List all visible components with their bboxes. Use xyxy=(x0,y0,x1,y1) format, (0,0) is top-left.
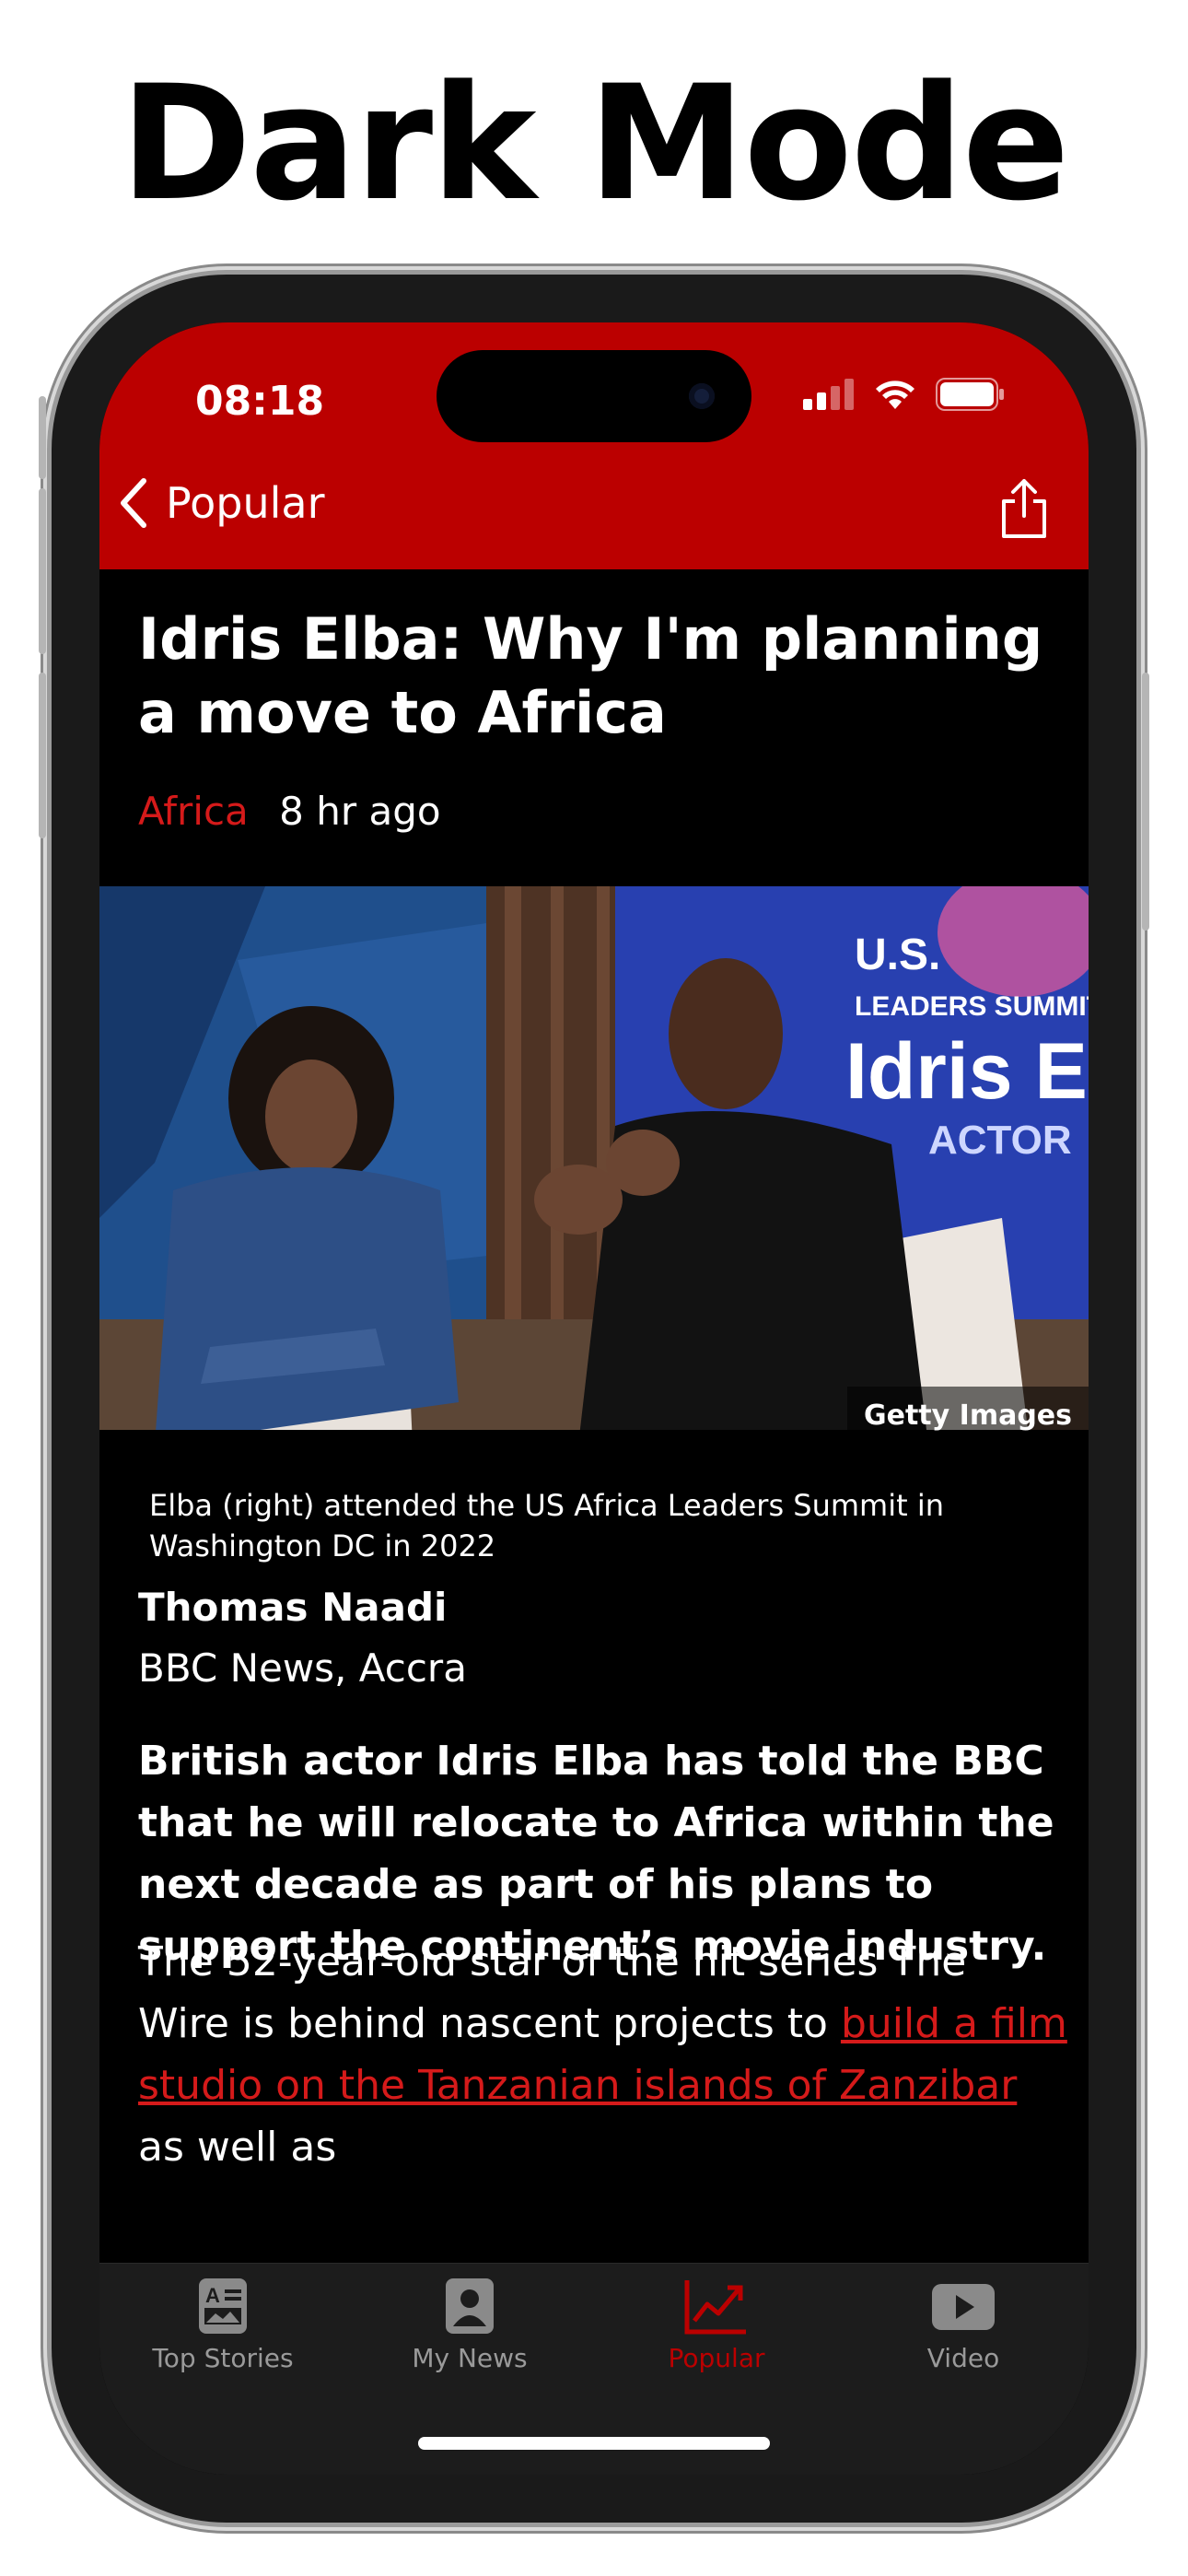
back-label: Popular xyxy=(166,478,325,528)
volume-down-button xyxy=(39,673,46,838)
hero-photo: U.S. LEADERS SUMMIT Idris Elba ACTOR xyxy=(99,886,1089,1445)
tab-video[interactable]: Video xyxy=(840,2277,1087,2373)
author-name: Thomas Naadi xyxy=(138,1585,448,1630)
tab-bar: A Top Stories My News Popular Video xyxy=(99,2263,1089,2475)
article-paragraph: The 52-year-old star of the hit series T… xyxy=(138,1931,1068,2178)
svg-text:U.S.: U.S. xyxy=(855,931,940,979)
screen: 08:18 Popular Idris Elba: Why I'm planni… xyxy=(99,322,1089,2475)
svg-text:A: A xyxy=(205,2284,220,2307)
status-icons xyxy=(803,378,1006,411)
dynamic-island xyxy=(437,350,751,442)
tab-top-stories[interactable]: A Top Stories xyxy=(99,2277,346,2373)
phone-frame: 08:18 Popular Idris Elba: Why I'm planni… xyxy=(39,275,1149,2523)
timestamp: 8 hr ago xyxy=(279,789,441,834)
svg-text:Idris Elba: Idris Elba xyxy=(845,1027,1089,1116)
chevron-left-icon xyxy=(121,478,146,528)
action-button xyxy=(39,396,46,479)
trending-icon xyxy=(684,2280,746,2335)
tab-label: Video xyxy=(926,2343,1000,2373)
status-time: 08:18 xyxy=(195,378,325,425)
author-department: BBC News, Accra xyxy=(138,1645,467,1691)
tab-popular[interactable]: Popular xyxy=(593,2277,840,2373)
share-button[interactable] xyxy=(996,477,1052,544)
tab-label: Popular xyxy=(668,2343,765,2373)
page-heading: Dark Mode xyxy=(120,51,1069,236)
volume-up-button xyxy=(39,488,46,654)
svg-text:ACTOR: ACTOR xyxy=(928,1118,1072,1163)
camera-icon xyxy=(689,383,715,409)
play-icon xyxy=(932,2284,995,2330)
paragraph-text-end: as well as xyxy=(138,2124,337,2171)
article-meta: Africa 8 hr ago xyxy=(138,789,441,834)
news-icon: A xyxy=(199,2278,247,2334)
tab-label: My News xyxy=(412,2343,528,2373)
battery-icon xyxy=(936,378,1004,411)
category-link[interactable]: Africa xyxy=(138,789,249,834)
power-button xyxy=(1142,673,1149,931)
wifi-icon xyxy=(876,381,914,409)
share-icon xyxy=(1002,479,1046,538)
tab-my-news[interactable]: My News xyxy=(346,2277,593,2373)
image-caption: Elba (right) attended the US Africa Lead… xyxy=(149,1488,944,1563)
signal-icon xyxy=(803,379,854,410)
person-icon xyxy=(446,2278,494,2334)
hero-image[interactable]: U.S. LEADERS SUMMIT Idris Elba ACTOR xyxy=(99,886,1089,1445)
article-title: Idris Elba: Why I'm planning a move to A… xyxy=(138,605,1043,746)
image-credit: Getty Images xyxy=(847,1387,1089,1445)
header-bar: 08:18 Popular xyxy=(99,322,1089,569)
home-indicator[interactable] xyxy=(418,2437,770,2450)
svg-text:LEADERS SUMMIT: LEADERS SUMMIT xyxy=(855,991,1089,1022)
tab-label: Top Stories xyxy=(152,2343,294,2373)
back-button[interactable]: Popular xyxy=(118,477,324,529)
